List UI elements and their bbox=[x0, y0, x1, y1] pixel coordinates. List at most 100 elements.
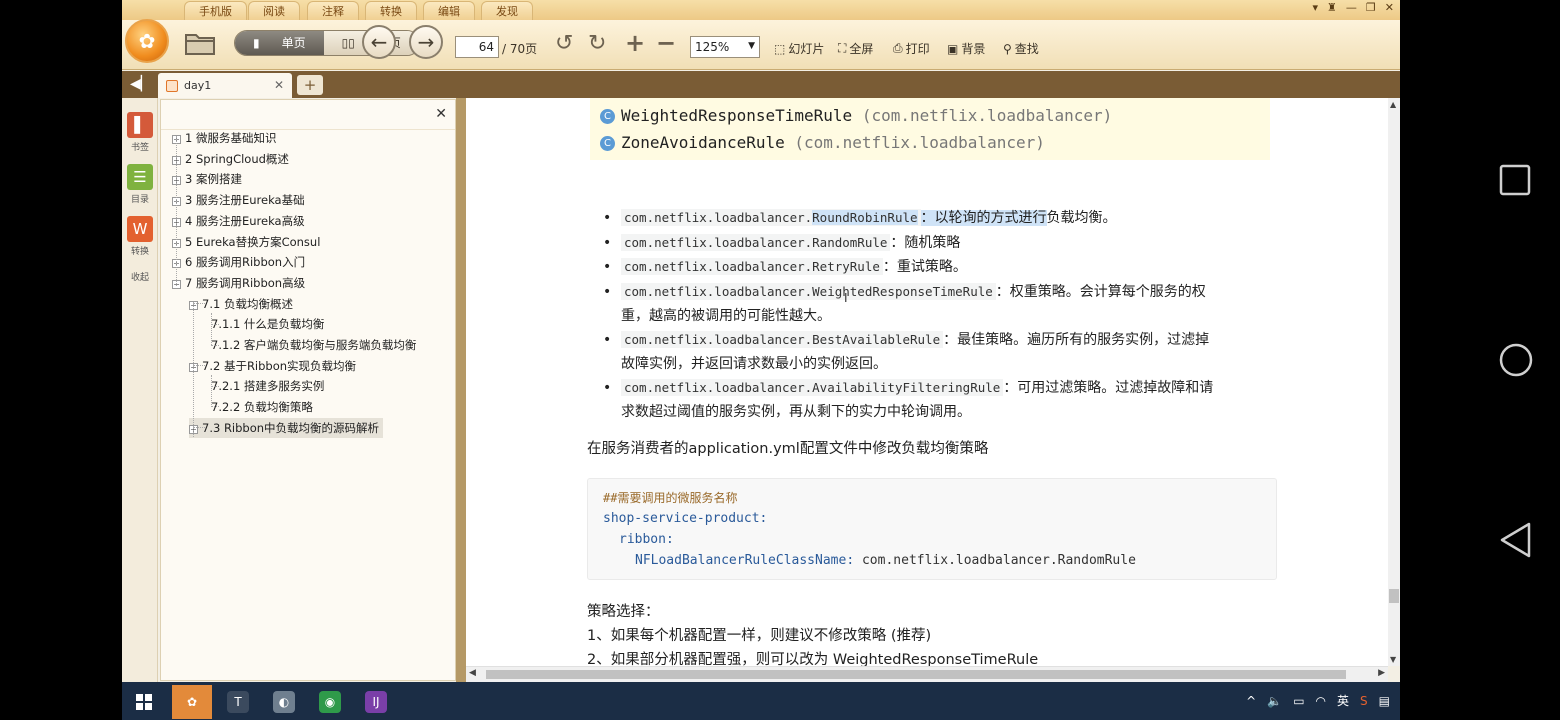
background-button[interactable]: ▣ 背景 bbox=[947, 40, 985, 57]
code-line: shop-service-product: bbox=[603, 511, 768, 526]
tab-day1[interactable]: day1 ✕ bbox=[158, 73, 292, 98]
outline-item[interactable]: +4 服务注册Eureka高级 bbox=[172, 211, 305, 231]
outline-item[interactable]: −7 服务调用Ribbon高级 bbox=[172, 273, 305, 293]
network-icon[interactable]: ◠ bbox=[1316, 694, 1326, 708]
outline-item[interactable]: +7.3 Ribbon中负载均衡的源码解析 bbox=[189, 417, 384, 438]
class-list-box: C WeightedResponseTimeRule (com.netflix.l… bbox=[590, 98, 1270, 160]
zoom-in-icon[interactable]: + bbox=[625, 29, 645, 57]
outline-item[interactable]: 7.1.2 客户端负载均衡与服务端负载均衡 bbox=[211, 335, 416, 355]
outline-item[interactable]: +6 服务调用Ribbon入门 bbox=[172, 252, 305, 272]
battery-icon[interactable]: ▭ bbox=[1293, 694, 1304, 708]
new-tab-button[interactable]: + bbox=[297, 75, 323, 95]
language-indicator[interactable]: 英 bbox=[1337, 692, 1349, 709]
minimize-icon[interactable]: — bbox=[1346, 1, 1357, 18]
outline-item[interactable]: +3 服务注册Eureka基础 bbox=[172, 190, 305, 210]
outline-icon: ☰ bbox=[127, 164, 153, 190]
outline-item-label: 7.2 基于Ribbon实现负载均衡 bbox=[202, 358, 357, 373]
intellij-app-icon: IJ bbox=[365, 691, 387, 713]
outline-item[interactable]: +5 Eureka替换方案Consul bbox=[172, 232, 320, 252]
chevron-down-icon: ▼ bbox=[748, 41, 755, 51]
panel-splitter[interactable] bbox=[456, 98, 466, 682]
recents-button[interactable] bbox=[1499, 164, 1531, 200]
outline-item[interactable]: 7.2.1 搭建多服务实例 bbox=[211, 376, 324, 396]
collapse-sidebar-icon[interactable]: ◀▏ bbox=[130, 76, 152, 92]
outline-item-label: 7.1.1 什么是负载均衡 bbox=[211, 317, 325, 332]
arrow-right-icon: → bbox=[417, 30, 435, 54]
restore-icon[interactable]: ❐ bbox=[1366, 1, 1376, 18]
outline-item[interactable]: +3 案例搭建 bbox=[172, 169, 242, 189]
input-method-icon[interactable]: S bbox=[1360, 694, 1368, 708]
taskbar-intellij-app[interactable]: IJ bbox=[356, 685, 396, 719]
outline-item[interactable]: +1 微服务基础知识 bbox=[172, 128, 276, 148]
search-button[interactable]: ⚲ 查找 bbox=[1003, 40, 1039, 57]
close-tab-icon[interactable]: ✕ bbox=[274, 73, 284, 98]
back-button[interactable] bbox=[1499, 522, 1531, 562]
rotate-right-icon[interactable]: ↻ bbox=[588, 31, 606, 56]
page-number-input[interactable]: 64 bbox=[455, 36, 499, 58]
taskbar-reader-app[interactable]: ✿ bbox=[172, 685, 212, 719]
taskbar-chrome-app[interactable]: ◉ bbox=[310, 685, 350, 719]
single-page-button[interactable]: ▮ 单页 bbox=[235, 31, 324, 55]
double-page-icon: ▯▯ bbox=[341, 36, 355, 50]
print-button[interactable]: ⎙ 打印 bbox=[893, 40, 930, 57]
tree-connector bbox=[211, 375, 212, 407]
code-line: NFLoadBalancerRuleClassName: com.netflix… bbox=[635, 553, 1136, 568]
document-view: C WeightedResponseTimeRule (com.netflix.l… bbox=[466, 98, 1388, 666]
close-window-icon[interactable]: ✕ bbox=[1385, 1, 1394, 18]
outline-item-label: 6 服务调用Ribbon入门 bbox=[185, 255, 306, 270]
scroll-right-icon[interactable]: ▶ bbox=[1378, 668, 1385, 678]
rotate-left-icon[interactable]: ↺ bbox=[555, 31, 573, 56]
taskbar-typora-app[interactable]: T bbox=[218, 685, 258, 719]
rule-description: ：权重策略。会计算每个服务的权 bbox=[995, 284, 1206, 300]
outline-item[interactable]: 7.1.1 什么是负载均衡 bbox=[211, 314, 324, 334]
taskbar-gimp-app[interactable]: ◐ bbox=[264, 685, 304, 719]
outline-item-label: 3 案例搭建 bbox=[185, 172, 242, 187]
convert-button[interactable]: W 转换 bbox=[125, 216, 155, 257]
app-logo[interactable]: ✿ bbox=[125, 19, 169, 63]
outline-item-label: 7 服务调用Ribbon高级 bbox=[185, 275, 306, 290]
scroll-left-icon[interactable]: ◀ bbox=[469, 668, 476, 678]
home-button[interactable] bbox=[1499, 343, 1533, 381]
tree-connector bbox=[211, 324, 219, 325]
start-button[interactable] bbox=[124, 685, 164, 719]
menu-tab-read[interactable]: 阅读 bbox=[248, 1, 300, 20]
zoom-select[interactable]: 125% ▼ bbox=[690, 36, 760, 58]
scroll-thumb[interactable] bbox=[1389, 589, 1399, 603]
bookmarks-button[interactable]: ▌ 书签 bbox=[125, 112, 155, 153]
outline-button[interactable]: ☰ 目录 bbox=[125, 164, 155, 205]
dropdown-icon[interactable]: ▾ bbox=[1313, 1, 1319, 18]
bullet-icon: • bbox=[603, 332, 612, 348]
fullscreen-icon: ⛶ bbox=[838, 41, 847, 55]
collapse-button[interactable]: 收起 bbox=[125, 270, 155, 283]
zoom-out-icon[interactable]: − bbox=[656, 29, 676, 57]
tree-connector bbox=[176, 136, 177, 286]
rule-class: com.netflix.loadbalancer.AvailabilityFil… bbox=[621, 379, 1004, 396]
menu-tab-annotate[interactable]: 注释 bbox=[307, 1, 359, 20]
outline-item[interactable]: −7.2 基于Ribbon实现负载均衡 bbox=[189, 356, 356, 376]
close-icon[interactable]: ✕ bbox=[435, 106, 447, 122]
vertical-scrollbar[interactable]: ▲ ▼ bbox=[1388, 98, 1400, 666]
menu-tab-mobile[interactable]: 手机版 bbox=[184, 1, 247, 20]
class-icon: C bbox=[600, 109, 615, 124]
chevron-up-icon[interactable]: ^ bbox=[1246, 694, 1256, 708]
code-comment: ##需要调用的微服务名称 bbox=[603, 491, 738, 505]
horizontal-scrollbar[interactable]: ◀ ▶ bbox=[466, 666, 1388, 682]
menu-tab-discover[interactable]: 发现 bbox=[481, 1, 533, 20]
rule-class: com.netflix.loadbalancer.RoundRobinRule bbox=[621, 209, 921, 226]
skin-icon[interactable]: ♜ bbox=[1327, 1, 1337, 18]
notification-icon[interactable]: ▤ bbox=[1379, 694, 1390, 708]
fullscreen-button[interactable]: ⛶ 全屏 bbox=[838, 40, 873, 57]
slideshow-button[interactable]: ⬚ 幻灯片 bbox=[774, 40, 824, 57]
code-block: ##需要调用的微服务名称 shop-service-product: ribbo… bbox=[587, 478, 1277, 580]
menu-tab-edit[interactable]: 编辑 bbox=[423, 1, 475, 20]
scroll-thumb[interactable] bbox=[486, 670, 1346, 679]
volume-icon[interactable]: 🔈 bbox=[1267, 694, 1282, 708]
next-page-button[interactable]: → bbox=[409, 25, 443, 59]
scroll-up-icon[interactable]: ▲ bbox=[1390, 100, 1396, 109]
menu-tab-convert[interactable]: 转换 bbox=[365, 1, 417, 20]
outline-item[interactable]: 7.2.2 负载均衡策略 bbox=[211, 397, 313, 417]
previous-page-button[interactable]: ← bbox=[362, 25, 396, 59]
open-folder-icon[interactable] bbox=[184, 30, 216, 62]
outline-item[interactable]: +2 SpringCloud概述 bbox=[172, 149, 289, 169]
scroll-down-icon[interactable]: ▼ bbox=[1390, 655, 1396, 664]
